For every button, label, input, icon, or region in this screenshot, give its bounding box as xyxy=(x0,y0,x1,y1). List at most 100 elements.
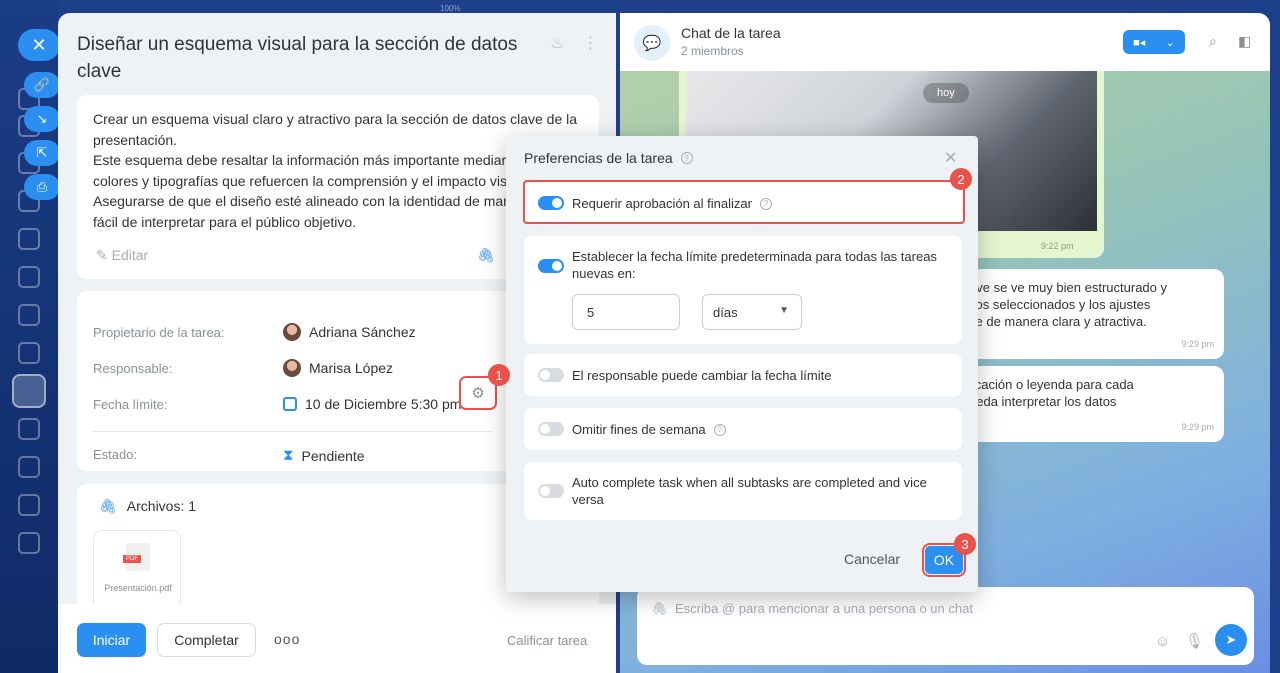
chat-members[interactable]: 2 miembros xyxy=(681,44,744,58)
drive-icon[interactable] xyxy=(18,228,40,250)
status-text: Pendiente xyxy=(301,447,365,464)
owner-name: Adriana Sánchez xyxy=(309,324,416,340)
deadline-value[interactable]: 10 de Diciembre 5:30 pm xyxy=(283,396,461,412)
file-tile[interactable]: PDF Presentación.pdf xyxy=(93,530,181,610)
message-text: licación o leyenda para cada ueda interp… xyxy=(969,377,1134,409)
close-slider-button[interactable]: ✕ xyxy=(18,29,60,61)
option-responsible-change-deadline: El responsable puede cambiar la fecha lí… xyxy=(524,354,962,396)
option-auto-complete: Auto complete task when all subtasks are… xyxy=(524,462,962,520)
calendar-icon xyxy=(283,397,297,411)
print-icon: ⎙ xyxy=(36,179,48,194)
option-text: Establecer la fecha límite predeterminad… xyxy=(572,249,937,281)
help-icon[interactable]: ? xyxy=(713,423,726,436)
open-new-window-button[interactable]: ⇱ xyxy=(24,140,60,166)
app-sidebar xyxy=(0,0,58,673)
chevron-down-icon: ⌄ xyxy=(1165,36,1175,49)
external-link-icon: ⇱ xyxy=(36,145,48,160)
hourglass-icon: ⧗ xyxy=(283,447,294,464)
contacts-icon[interactable] xyxy=(18,304,40,326)
task-title: Diseñar un esquema visual para la secció… xyxy=(77,34,518,82)
edit-label: Editar xyxy=(111,247,149,263)
paperclip-icon: 🖇 xyxy=(99,498,117,514)
pencil-icon: ✎ xyxy=(96,247,112,263)
gear-icon: ⚙ xyxy=(471,385,485,402)
filter-icon[interactable] xyxy=(18,418,40,440)
step-badge: 3 xyxy=(954,533,976,555)
deadline-label: Fecha límite: xyxy=(93,397,168,412)
message-time: 9:22 pm xyxy=(1041,241,1074,251)
chevron-down-icon: ▼ xyxy=(779,305,789,316)
toggle-switch[interactable] xyxy=(538,259,564,273)
divider xyxy=(93,431,493,432)
chat-message[interactable]: ave se ve muy bien estructurado y cos se… xyxy=(957,269,1224,359)
toggle-switch[interactable] xyxy=(538,368,564,382)
message-time: 9:29 pm xyxy=(1181,422,1214,432)
responsible-value[interactable]: Marisa López xyxy=(283,359,393,377)
close-icon: ✕ xyxy=(31,34,47,55)
dialog-title: Preferencias de la tarea ? xyxy=(524,150,693,166)
title-actions: ♨ ⋮ xyxy=(550,33,598,53)
start-button[interactable]: Iniciar xyxy=(77,623,146,657)
copy-link-button[interactable]: 🔗 xyxy=(24,72,60,98)
more-vertical-icon[interactable]: ⋮ xyxy=(582,33,598,53)
chat-header: 💬 Chat de la tarea 2 miembros ■◂ ⌄ ⌕ ◧ xyxy=(620,13,1270,71)
avatar xyxy=(283,323,301,341)
pdf-icon: PDF xyxy=(123,543,150,571)
schedule-icon[interactable] xyxy=(18,456,40,478)
step-badge: 2 xyxy=(950,168,972,190)
send-button[interactable]: ➤ xyxy=(1215,624,1247,656)
message-input[interactable]: Escriba @ para mencionar a una persona o… xyxy=(675,601,973,616)
help-icon[interactable]: ? xyxy=(680,152,693,164)
microphone-icon[interactable]: 🎙 xyxy=(1185,632,1204,650)
option-label: Omitir fines de semana? xyxy=(572,421,726,438)
option-text: El responsable puede cambiar la fecha lí… xyxy=(572,368,832,383)
rate-task-link[interactable]: Calificar tarea xyxy=(507,633,587,648)
tasks-icon[interactable] xyxy=(12,374,46,408)
option-skip-weekends: Omitir fines de semana? xyxy=(524,408,962,450)
toggle-switch[interactable] xyxy=(538,484,564,498)
option-text: Omitir fines de semana xyxy=(572,422,706,437)
zoom-indicator: 100% xyxy=(440,4,461,13)
emoji-icon[interactable]: ☺ xyxy=(1155,633,1170,650)
print-button[interactable]: ⎙ xyxy=(24,174,60,200)
chat-message[interactable]: licación o leyenda para cada ueda interp… xyxy=(957,366,1224,442)
flame-icon[interactable]: ♨ xyxy=(550,33,564,53)
paperclip-icon[interactable]: 🖇 xyxy=(477,247,495,264)
close-icon[interactable]: ✕ xyxy=(944,148,957,168)
owner-label: Propietario de la tarea: xyxy=(93,325,225,340)
responsible-name: Marisa López xyxy=(309,360,394,376)
chat-title[interactable]: Chat de la tarea xyxy=(681,25,781,41)
send-icon: ➤ xyxy=(1225,632,1237,647)
video-call-button[interactable]: ■◂ ⌄ xyxy=(1123,30,1185,54)
chat-bubble-icon: 💬 xyxy=(634,25,670,61)
more-button[interactable]: ooo xyxy=(274,631,300,647)
responsible-label: Responsable: xyxy=(93,361,173,376)
cancel-button[interactable]: Cancelar xyxy=(844,551,900,567)
edit-link[interactable]: ✎ Editar xyxy=(96,247,148,264)
files-count: Archivos: 1 xyxy=(126,498,197,514)
deadline-amount-input[interactable]: 5 xyxy=(572,294,680,330)
deadline-text: 10 de Diciembre 5:30 pm xyxy=(305,396,462,412)
files-title: 🖇 Archivos: 1 xyxy=(99,498,196,515)
paperclip-icon[interactable]: 🖇 xyxy=(651,601,668,617)
message-text: ave se ve muy bien estructurado y cos se… xyxy=(969,280,1167,329)
avatar xyxy=(283,359,301,377)
deadline-unit-select[interactable]: días ▼ xyxy=(702,294,802,330)
target-icon[interactable] xyxy=(18,494,40,516)
message-time: 9:29 pm xyxy=(1181,339,1214,349)
step-badge: 1 xyxy=(488,364,510,386)
message-composer[interactable]: 🖇 Escriba @ para mencionar a una persona… xyxy=(637,587,1254,665)
cart-icon[interactable] xyxy=(18,532,40,554)
owner-value[interactable]: Adriana Sánchez xyxy=(283,323,416,341)
file-name: Presentación.pdf xyxy=(104,583,172,593)
toggle-switch[interactable] xyxy=(538,422,564,436)
date-chip: hoy xyxy=(923,83,969,103)
minimize-button[interactable]: ↘ xyxy=(24,106,60,132)
complete-button[interactable]: Completar xyxy=(157,623,256,657)
groups-icon[interactable] xyxy=(18,342,40,364)
mail-icon[interactable] xyxy=(18,266,40,288)
search-icon[interactable]: ⌕ xyxy=(1209,33,1217,50)
sidebar-toggle-icon[interactable]: ◧ xyxy=(1238,33,1251,50)
task-footer: Iniciar Completar ooo Calificar tarea xyxy=(58,604,616,673)
video-camera-icon: ■◂ xyxy=(1133,36,1146,49)
